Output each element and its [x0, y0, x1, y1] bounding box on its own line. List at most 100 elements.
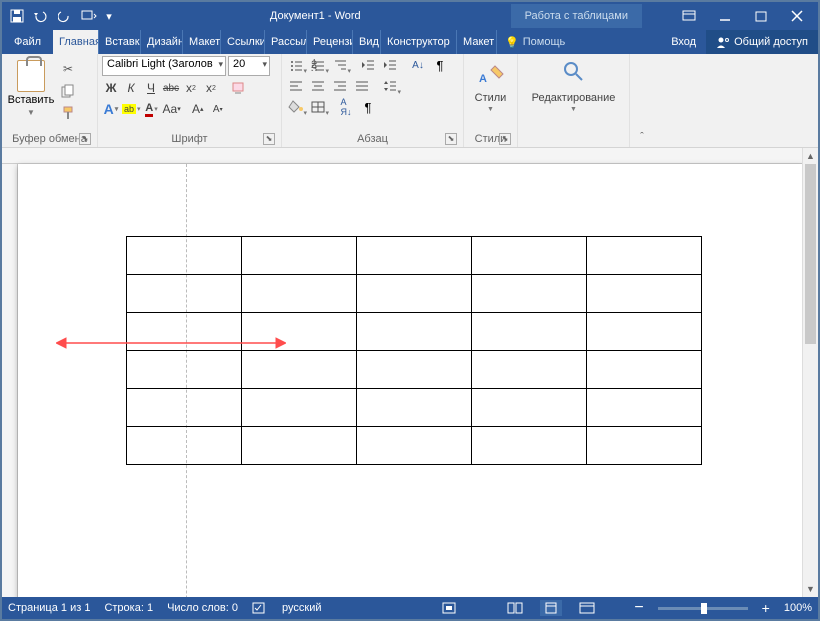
- styles-button[interactable]: A Стили ▼: [468, 56, 513, 117]
- web-layout-button[interactable]: [576, 600, 598, 616]
- tab-review[interactable]: Рецензи: [307, 30, 353, 54]
- tab-table-layout[interactable]: Макет: [457, 30, 497, 54]
- grow-font-button[interactable]: A▴: [189, 100, 207, 118]
- styles-dialog-launcher[interactable]: ⬊: [499, 133, 511, 145]
- line-number-status[interactable]: Строка: 1: [104, 602, 153, 614]
- save-button[interactable]: [6, 5, 28, 27]
- zoom-in-button[interactable]: +: [762, 600, 770, 616]
- group-font: Calibri Light (Заголов 20 Ж К Ч abc x2 x…: [98, 54, 282, 147]
- decrease-indent-button[interactable]: [358, 56, 378, 74]
- zoom-slider-thumb[interactable]: [701, 603, 707, 614]
- show-marks-button[interactable]: ¶: [430, 56, 450, 74]
- tab-home[interactable]: Главная: [53, 30, 99, 54]
- tab-table-design[interactable]: Конструктор: [381, 30, 457, 54]
- sort-button[interactable]: A↓: [408, 56, 428, 74]
- ribbon-display-button[interactable]: [672, 5, 706, 27]
- undo-button[interactable]: [30, 5, 52, 27]
- scroll-down-button[interactable]: ▼: [803, 581, 818, 597]
- tab-insert[interactable]: Вставка: [99, 30, 141, 54]
- quick-access-toolbar: ▾: [2, 5, 120, 27]
- read-mode-button[interactable]: [504, 600, 526, 616]
- qat-customize-button[interactable]: ▾: [102, 5, 116, 27]
- tab-layout[interactable]: Макет: [183, 30, 221, 54]
- font-dialog-launcher[interactable]: ⬊: [263, 133, 275, 145]
- highlight-button[interactable]: ab: [122, 100, 141, 118]
- sign-in-button[interactable]: Вход: [661, 30, 706, 54]
- zoom-out-button[interactable]: −: [634, 599, 643, 617]
- line-spacing-button[interactable]: [380, 77, 400, 95]
- close-button[interactable]: [780, 5, 814, 27]
- word-count-status[interactable]: Число слов: 0: [167, 602, 238, 614]
- group-clipboard: Вставить ▼ ✂ Буфер обмена⬊: [2, 54, 98, 147]
- minimize-button[interactable]: [708, 5, 742, 27]
- qat-more-button[interactable]: [78, 5, 100, 27]
- tab-references[interactable]: Ссылки: [221, 30, 265, 54]
- font-size-combo[interactable]: 20: [228, 56, 270, 76]
- align-right-button[interactable]: [330, 77, 350, 95]
- find-icon: [562, 60, 586, 90]
- collapse-ribbon-button[interactable]: ˆ: [630, 54, 654, 147]
- borders-button[interactable]: [308, 98, 328, 116]
- italic-button[interactable]: К: [122, 79, 140, 97]
- page-number-status[interactable]: Страница 1 из 1: [8, 602, 90, 614]
- table-tools-context: Работа с таблицами: [511, 4, 642, 28]
- tell-me-search[interactable]: 💡Помощь: [497, 30, 573, 54]
- ribbon-tabs: Файл Главная Вставка Дизайн Макет Ссылки…: [2, 30, 818, 54]
- vertical-ruler[interactable]: [2, 164, 18, 597]
- clipboard-dialog-launcher[interactable]: ⬊: [79, 133, 91, 145]
- spellcheck-status[interactable]: [252, 602, 268, 614]
- vertical-scrollbar[interactable]: ▲ ▼: [802, 148, 818, 597]
- resize-arrow-annotation: [56, 336, 286, 350]
- paste-button[interactable]: Вставить ▼: [6, 56, 56, 122]
- underline-button[interactable]: Ч: [142, 79, 160, 97]
- tab-mailings[interactable]: Рассыл: [265, 30, 307, 54]
- zoom-level-button[interactable]: 100%: [784, 602, 812, 614]
- editing-button[interactable]: Редактирование ▼: [522, 56, 625, 117]
- title-bar: ▾ Документ1 - Word Работа с таблицами: [2, 2, 818, 30]
- redo-button[interactable]: [54, 5, 76, 27]
- strikethrough-button[interactable]: abc: [162, 79, 180, 97]
- format-painter-button[interactable]: [58, 104, 78, 122]
- ribbon: Вставить ▼ ✂ Буфер обмена⬊ Calibri Light…: [2, 54, 818, 148]
- font-name-combo[interactable]: Calibri Light (Заголов: [102, 56, 226, 76]
- share-button[interactable]: Общий доступ: [706, 30, 818, 54]
- shading-button[interactable]: [286, 98, 306, 116]
- subscript-button[interactable]: x2: [182, 79, 200, 97]
- language-status[interactable]: русский: [282, 602, 321, 614]
- status-bar: Страница 1 из 1 Строка: 1 Число слов: 0 …: [2, 597, 818, 619]
- cut-button[interactable]: ✂: [58, 60, 78, 78]
- scroll-thumb[interactable]: [805, 164, 816, 344]
- numbering-button[interactable]: 123: [308, 56, 328, 74]
- paragraph-dialog-launcher[interactable]: ⬊: [445, 133, 457, 145]
- copy-button[interactable]: [58, 82, 78, 100]
- scroll-up-button[interactable]: ▲: [803, 148, 818, 164]
- bold-button[interactable]: Ж: [102, 79, 120, 97]
- justify-button[interactable]: [352, 77, 372, 95]
- maximize-button[interactable]: [744, 5, 778, 27]
- group-styles: A Стили ▼ Стили⬊: [464, 54, 518, 147]
- multilevel-list-button[interactable]: [330, 56, 350, 74]
- document-page[interactable]: [18, 164, 804, 597]
- styles-icon: A: [477, 60, 505, 90]
- increase-indent-button[interactable]: [380, 56, 400, 74]
- print-layout-button[interactable]: [540, 600, 562, 616]
- clear-formatting-button[interactable]: [230, 79, 248, 97]
- group-editing: Редактирование ▼: [518, 54, 630, 147]
- bullets-button[interactable]: [286, 56, 306, 74]
- tab-view[interactable]: Вид: [353, 30, 381, 54]
- align-left-button[interactable]: [286, 77, 306, 95]
- tab-design[interactable]: Дизайн: [141, 30, 183, 54]
- text-effects-button[interactable]: A: [102, 100, 120, 118]
- document-table[interactable]: [126, 236, 702, 465]
- horizontal-ruler[interactable]: [2, 148, 802, 164]
- sort-az-button[interactable]: AЯ↓: [336, 98, 356, 116]
- change-case-button[interactable]: Aa▾: [163, 100, 181, 118]
- superscript-button[interactable]: x2: [202, 79, 220, 97]
- align-center-button[interactable]: [308, 77, 328, 95]
- shrink-font-button[interactable]: A▾: [209, 100, 227, 118]
- zoom-slider[interactable]: [658, 607, 748, 610]
- font-color-button[interactable]: A: [143, 100, 161, 118]
- macro-status[interactable]: [442, 602, 456, 614]
- paragraph-marks-button[interactable]: ¶: [358, 98, 378, 116]
- tab-file[interactable]: Файл: [2, 30, 53, 54]
